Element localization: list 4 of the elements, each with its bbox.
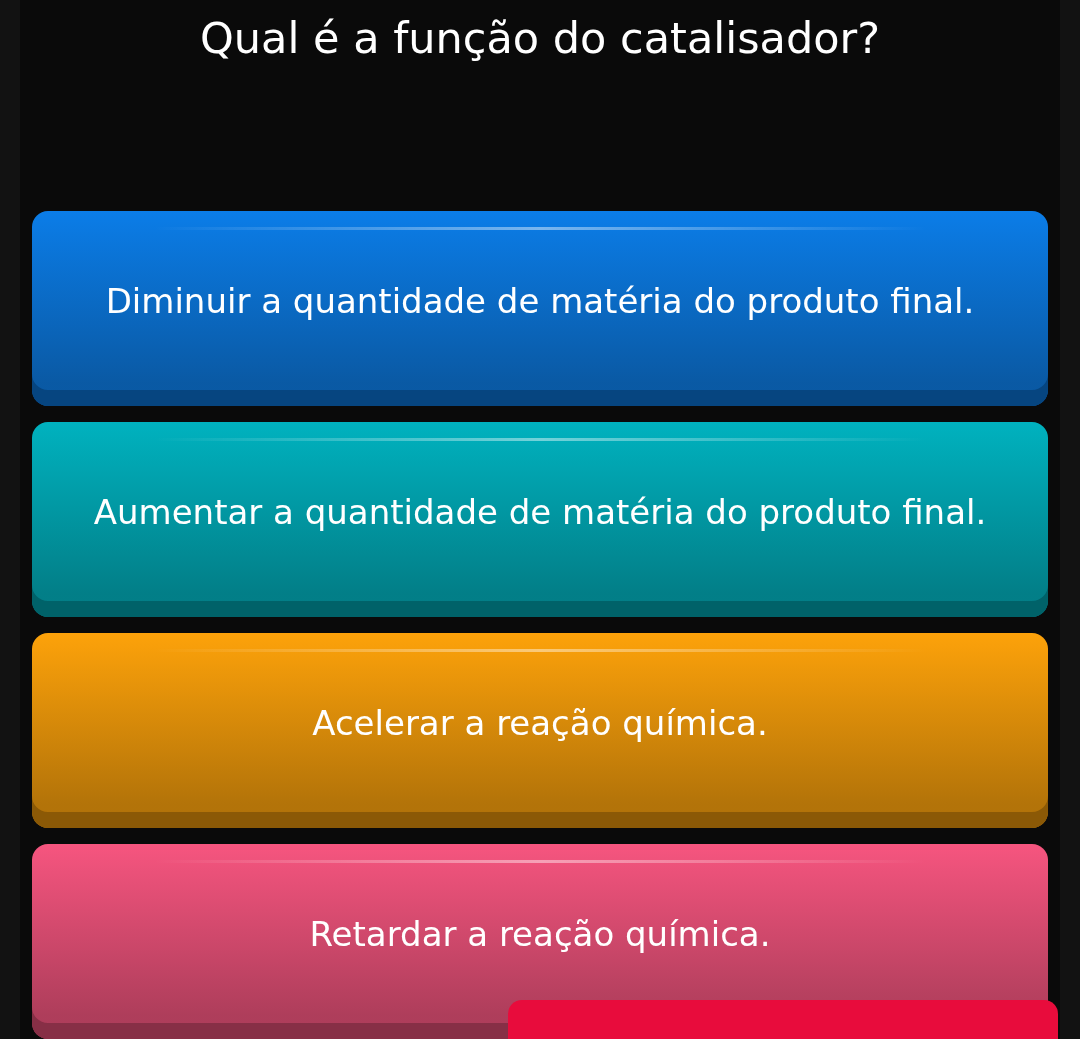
answer-option[interactable]: Aumentar a quantidade de matéria do produto final. [32, 422, 1048, 617]
answer-option[interactable]: Acelerar a reação química. [32, 633, 1048, 828]
answer-option[interactable]: Diminuir a quantidade de matéria do produto final. [32, 211, 1048, 406]
question-title: Qual é a função do catalisador? [199, 12, 880, 65]
